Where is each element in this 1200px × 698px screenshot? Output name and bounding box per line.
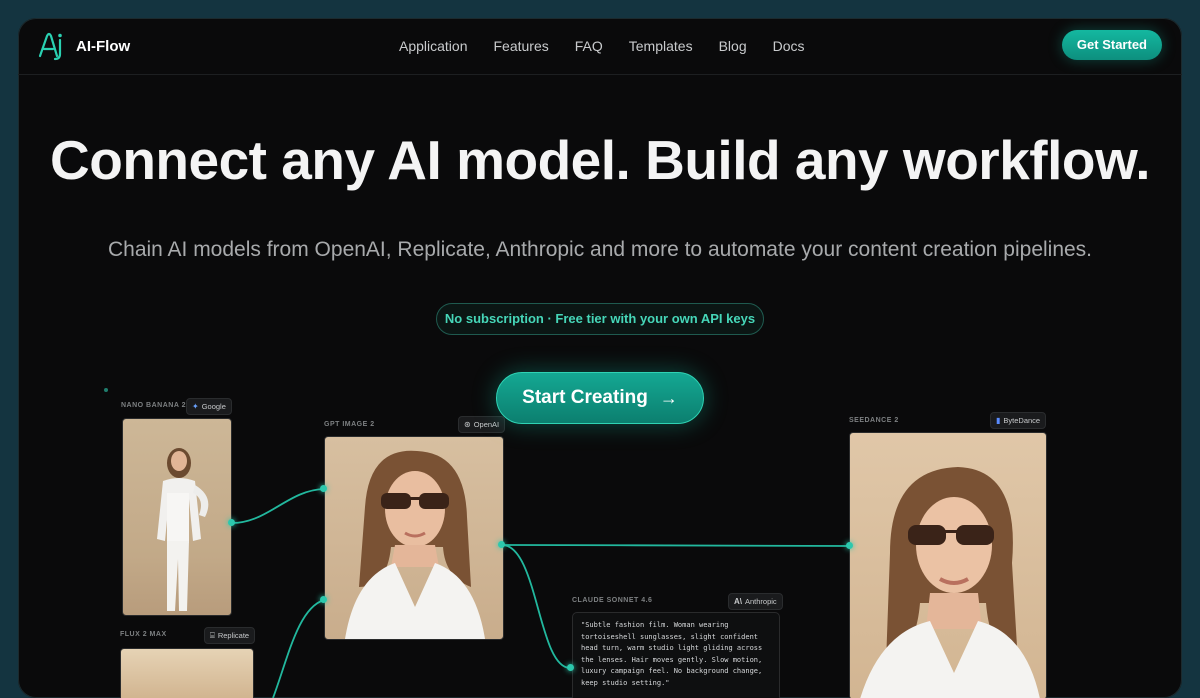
provider-badge-bytedance: ▮ ByteDance: [990, 412, 1047, 429]
provider-badge-anthropic: A\ Anthropic: [728, 593, 783, 610]
standing-woman-image: [157, 448, 209, 611]
provider-name: OpenAI: [473, 420, 500, 429]
provider-name: Anthropic: [745, 597, 777, 606]
node-image-flux[interactable]: [120, 648, 254, 698]
anthropic-icon: A\: [734, 597, 742, 606]
output-port[interactable]: [228, 519, 235, 526]
prompt-text-node[interactable]: "Subtle fashion film. Woman wearing tort…: [572, 612, 780, 698]
provider-badge-replicate: ⌸ Replicate: [204, 627, 256, 644]
replicate-icon: ⌸: [210, 631, 215, 640]
node-label-nano-banana: NANO BANANA 2: [121, 402, 186, 409]
provider-badge-openai: ⊛ OpenAI: [458, 416, 506, 433]
input-port[interactable]: [567, 664, 574, 671]
node-label-gpt-image: GPT IMAGE 2: [324, 421, 375, 428]
node-image-seedance[interactable]: [849, 432, 1047, 698]
provider-name: Replicate: [217, 631, 250, 640]
arrow-right-icon: →: [659, 387, 678, 408]
video-frame-woman-image: [860, 467, 1040, 698]
app-frame: AI-Flow Application Features FAQ Templat…: [18, 18, 1182, 698]
input-port[interactable]: [320, 596, 327, 603]
provider-badge-google: ✦ Google: [186, 398, 232, 415]
canvas-anchor-dot: [104, 388, 108, 392]
openai-icon: ⊛: [464, 420, 471, 429]
node-label-flux: FLUX 2 MAX: [120, 631, 167, 638]
node-label-seedance: SEEDANCE 2: [849, 417, 899, 424]
input-port[interactable]: [846, 542, 853, 549]
input-port[interactable]: [320, 485, 327, 492]
portrait-woman-image: [345, 450, 485, 639]
google-sparkle-icon: ✦: [192, 402, 199, 411]
bytedance-icon: ▮: [996, 416, 1001, 425]
provider-name: Google: [201, 402, 226, 411]
output-port[interactable]: [498, 541, 505, 548]
start-creating-label: Start Creating: [522, 387, 648, 408]
node-label-claude: CLAUDE SONNET 4.6: [572, 597, 653, 604]
provider-name: ByteDance: [1003, 416, 1041, 425]
node-image-nano-banana[interactable]: [122, 418, 232, 616]
node-image-gpt-image[interactable]: [324, 436, 504, 640]
start-creating-button[interactable]: Start Creating →: [496, 372, 704, 424]
